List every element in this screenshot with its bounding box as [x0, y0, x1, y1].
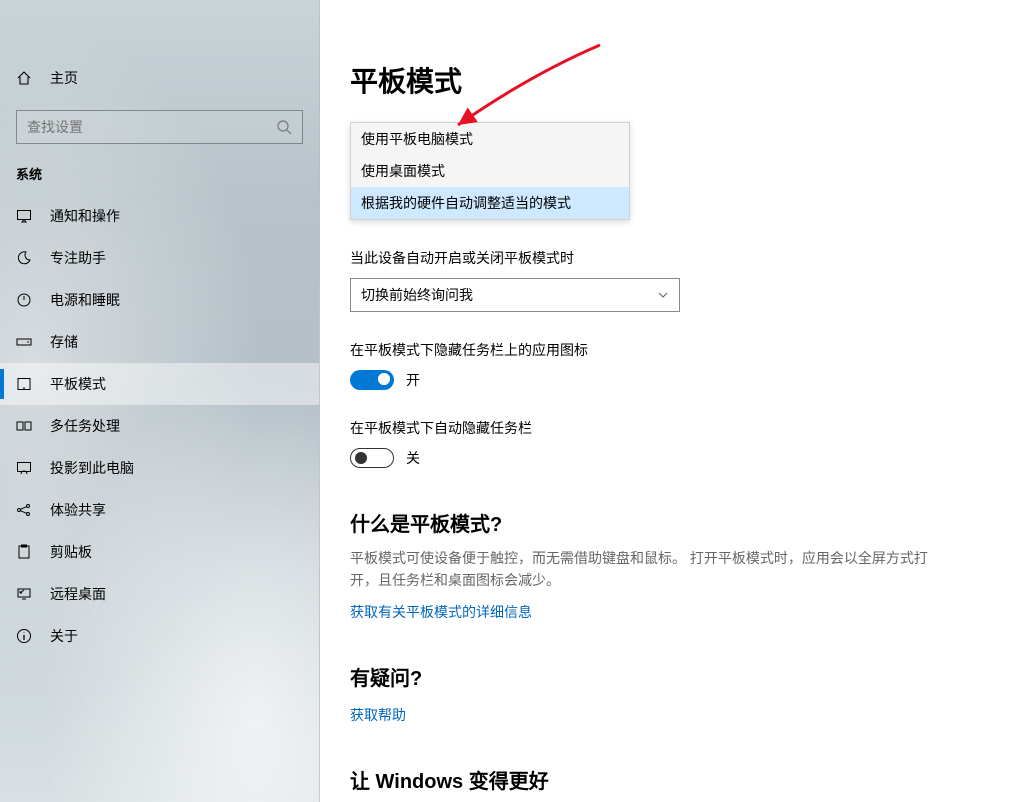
sidebar-item-label: 投影到此电脑 [50, 458, 134, 478]
page-title: 平板模式 [350, 60, 986, 100]
project-icon [16, 460, 32, 476]
sidebar-item-label: 体验共享 [50, 500, 106, 520]
search-box[interactable] [16, 110, 303, 144]
hide-app-icons-section: 在平板模式下隐藏任务栏上的应用图标 开 [350, 340, 986, 390]
share-icon [16, 502, 32, 518]
tablet-icon [16, 376, 32, 392]
remote-desktop-icon [16, 586, 32, 602]
sidebar-nav: 通知和操作 专注助手 电源和睡眠 存储 平板模式 多任务处理 投影到此电脑 体 [0, 195, 319, 657]
auto-switch-section: 当此设备自动开启或关闭平板模式时 切换前始终询问我 [350, 248, 986, 312]
auto-hide-taskbar-section: 在平板模式下自动隐藏任务栏 关 [350, 418, 986, 468]
hide-app-icons-label: 在平板模式下隐藏任务栏上的应用图标 [350, 340, 986, 360]
learn-more-link[interactable]: 获取有关平板模式的详细信息 [350, 602, 532, 622]
auto-switch-label: 当此设备自动开启或关闭平板模式时 [350, 248, 986, 268]
sidebar-item-multitasking[interactable]: 多任务处理 [0, 405, 319, 447]
content-area: 平板模式 使用平板电脑模式 使用桌面模式 根据我的硬件自动调整适当的模式 当此设… [320, 0, 1026, 802]
get-help-link[interactable]: 获取帮助 [350, 705, 406, 725]
storage-icon [16, 334, 32, 350]
sidebar-item-label: 电源和睡眠 [50, 290, 120, 310]
sidebar-item-about[interactable]: 关于 [0, 615, 319, 657]
signin-mode-dropdown-open[interactable]: 使用平板电脑模式 使用桌面模式 根据我的硬件自动调整适当的模式 [350, 122, 630, 220]
sidebar-item-notifications[interactable]: 通知和操作 [0, 195, 319, 237]
dropdown-option[interactable]: 使用桌面模式 [351, 155, 629, 187]
auto-switch-dropdown[interactable]: 切换前始终询问我 [350, 278, 680, 312]
sidebar: 主页 系统 通知和操作 专注助手 电源和睡眠 存储 平板模式 多任务处理 [0, 0, 320, 802]
make-windows-better-heading: 让 Windows 变得更好 [350, 765, 986, 794]
toggle-state-label: 关 [406, 448, 420, 468]
sidebar-item-label: 通知和操作 [50, 206, 120, 226]
notification-icon [16, 208, 32, 224]
sidebar-item-remote-desktop[interactable]: 远程桌面 [0, 573, 319, 615]
sidebar-item-clipboard[interactable]: 剪贴板 [0, 531, 319, 573]
sidebar-item-shared-experiences[interactable]: 体验共享 [0, 489, 319, 531]
search-icon [276, 119, 292, 135]
questions-heading: 有疑问? [350, 662, 986, 691]
sidebar-item-label: 平板模式 [50, 374, 106, 394]
sidebar-item-power-sleep[interactable]: 电源和睡眠 [0, 279, 319, 321]
moon-icon [16, 250, 32, 266]
multitask-icon [16, 418, 32, 434]
hide-app-icons-toggle[interactable] [350, 370, 394, 390]
sidebar-item-projecting[interactable]: 投影到此电脑 [0, 447, 319, 489]
home-icon [16, 70, 32, 86]
dropdown-option[interactable]: 使用平板电脑模式 [351, 123, 629, 155]
dropdown-value: 切换前始终询问我 [361, 285, 473, 305]
sidebar-item-storage[interactable]: 存储 [0, 321, 319, 363]
home-nav[interactable]: 主页 [0, 58, 319, 98]
chevron-down-icon [657, 289, 669, 301]
home-label: 主页 [50, 68, 78, 88]
toggle-state-label: 开 [406, 370, 420, 390]
sidebar-item-label: 剪贴板 [50, 542, 92, 562]
sidebar-item-label: 专注助手 [50, 248, 106, 268]
what-is-tablet-mode-desc: 平板模式可使设备便于触控，而无需借助键盘和鼠标。 打开平板模式时，应用会以全屏方… [350, 547, 930, 592]
sidebar-item-label: 存储 [50, 332, 78, 352]
sidebar-item-label: 关于 [50, 626, 78, 646]
search-input[interactable] [27, 119, 276, 135]
clipboard-icon [16, 544, 32, 560]
sidebar-item-label: 远程桌面 [50, 584, 106, 604]
auto-hide-taskbar-toggle[interactable] [350, 448, 394, 468]
sidebar-item-label: 多任务处理 [50, 416, 120, 436]
sidebar-section-label: 系统 [0, 144, 319, 189]
auto-hide-taskbar-label: 在平板模式下自动隐藏任务栏 [350, 418, 986, 438]
sidebar-item-focus-assist[interactable]: 专注助手 [0, 237, 319, 279]
info-icon [16, 628, 32, 644]
power-icon [16, 292, 32, 308]
dropdown-option-selected[interactable]: 根据我的硬件自动调整适当的模式 [351, 187, 629, 219]
sidebar-item-tablet-mode[interactable]: 平板模式 [0, 363, 319, 405]
what-is-tablet-mode-heading: 什么是平板模式? [350, 508, 986, 537]
